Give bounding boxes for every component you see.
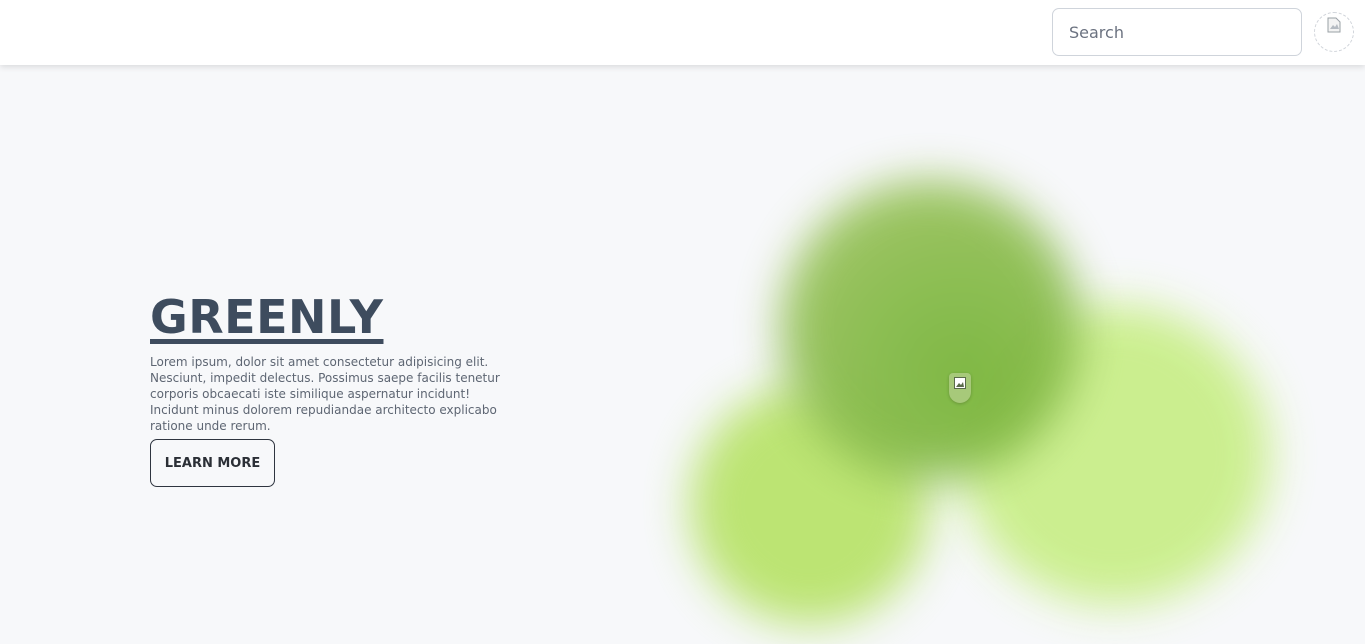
broken-image-icon [1327,17,1341,33]
top-header [0,0,1365,65]
hero-section: GREENLY Lorem ipsum, dolor sit amet cons… [150,288,520,434]
search-input[interactable] [1052,8,1302,56]
hero-description: Lorem ipsum, dolor sit amet consectetur … [150,355,500,433]
broken-image-icon [954,377,966,389]
learn-more-button[interactable]: LEARN MORE [150,439,275,487]
hero-illustration [620,120,1365,644]
illustration-image [949,373,971,403]
dark-green-blob [780,180,1080,480]
page-title: GREENLY [150,290,384,344]
avatar[interactable] [1314,12,1354,52]
